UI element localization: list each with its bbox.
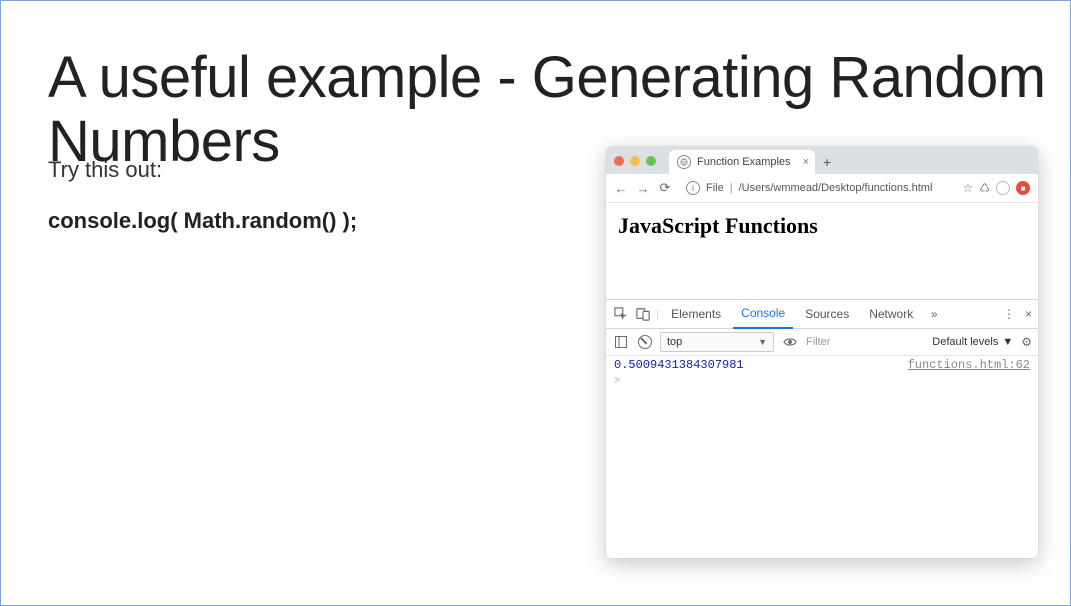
live-expression-icon[interactable] [782, 337, 798, 347]
site-info-icon[interactable]: i [686, 181, 700, 195]
browser-tab[interactable]: Function Examples × [669, 150, 815, 174]
tab-network[interactable]: Network [861, 300, 921, 328]
back-button[interactable]: ← [614, 181, 628, 196]
devtools-panel: | Elements Console Sources Network » ⋮ ×… [606, 299, 1038, 558]
console-filter-bar: top ▼ Filter Default levels ▼ ⚙ [606, 329, 1038, 356]
devtools-close-icon[interactable]: × [1025, 307, 1032, 321]
console-log-row: 0.5009431384307981 functions.html:62 [606, 356, 1038, 374]
url-scheme-label: File [706, 182, 724, 194]
inspect-element-icon[interactable] [612, 307, 630, 321]
tab-elements[interactable]: Elements [663, 300, 729, 328]
toolbar-right: ☆ ♺ ■ [962, 181, 1030, 195]
forward-button[interactable]: → [636, 181, 650, 196]
devtools-menu-icon[interactable]: ⋮ [1003, 307, 1015, 321]
window-minimize-icon[interactable] [630, 156, 640, 166]
globe-icon [677, 155, 691, 169]
console-prompt[interactable]: > [606, 374, 1038, 389]
address-bar[interactable]: i File | /Users/wmmead/Desktop/functions… [680, 178, 954, 198]
window-close-icon[interactable] [614, 156, 624, 166]
tab-console[interactable]: Console [733, 299, 793, 329]
new-tab-button[interactable]: + [823, 154, 831, 174]
filter-input[interactable]: Filter [806, 336, 924, 348]
profile-icon[interactable] [996, 181, 1010, 195]
browser-toolbar: ← → ⟳ i File | /Users/wmmead/Desktop/fun… [606, 174, 1038, 203]
extension-recycle-icon[interactable]: ♺ [979, 181, 990, 195]
levels-label: Default levels [932, 336, 998, 348]
url-path: /Users/wmmead/Desktop/functions.html [739, 182, 933, 194]
page-heading: JavaScript Functions [618, 213, 1026, 239]
clear-console-icon[interactable] [638, 335, 652, 349]
slide-code-example: console.log( Math.random() ); [48, 208, 357, 234]
console-sidebar-toggle-icon[interactable] [612, 336, 630, 348]
device-toggle-icon[interactable] [634, 307, 652, 321]
context-selector-value: top [667, 336, 682, 348]
tab-close-icon[interactable]: × [803, 156, 809, 168]
levels-dropdown[interactable]: Default levels ▼ [932, 336, 1013, 348]
bookmark-icon[interactable]: ☆ [962, 181, 973, 195]
window-zoom-icon[interactable] [646, 156, 656, 166]
page-viewport: JavaScript Functions [606, 203, 1038, 299]
browser-tab-bar: Function Examples × + [606, 146, 1038, 174]
browser-window: Function Examples × + ← → ⟳ i File | /Us… [606, 146, 1038, 558]
extension-stop-icon[interactable]: ■ [1016, 181, 1030, 195]
chevron-down-icon: ▼ [1002, 336, 1013, 348]
console-log-value: 0.5009431384307981 [614, 358, 744, 372]
tab-sources[interactable]: Sources [797, 300, 857, 328]
devtools-right-controls: ⋮ × [1003, 307, 1032, 321]
console-log-source-link[interactable]: functions.html:62 [908, 358, 1030, 372]
chevron-down-icon: ▼ [758, 337, 767, 347]
console-settings-icon[interactable]: ⚙ [1021, 335, 1032, 349]
devtools-tab-bar: | Elements Console Sources Network » ⋮ × [606, 300, 1038, 329]
console-log-area: 0.5009431384307981 functions.html:62 > [606, 356, 1038, 558]
more-tabs-icon[interactable]: » [925, 307, 943, 321]
window-controls [614, 156, 656, 166]
browser-tab-title: Function Examples [697, 156, 791, 168]
context-selector[interactable]: top ▼ [660, 332, 774, 352]
reload-button[interactable]: ⟳ [658, 180, 672, 196]
slide-subtitle: Try this out: [48, 157, 162, 183]
